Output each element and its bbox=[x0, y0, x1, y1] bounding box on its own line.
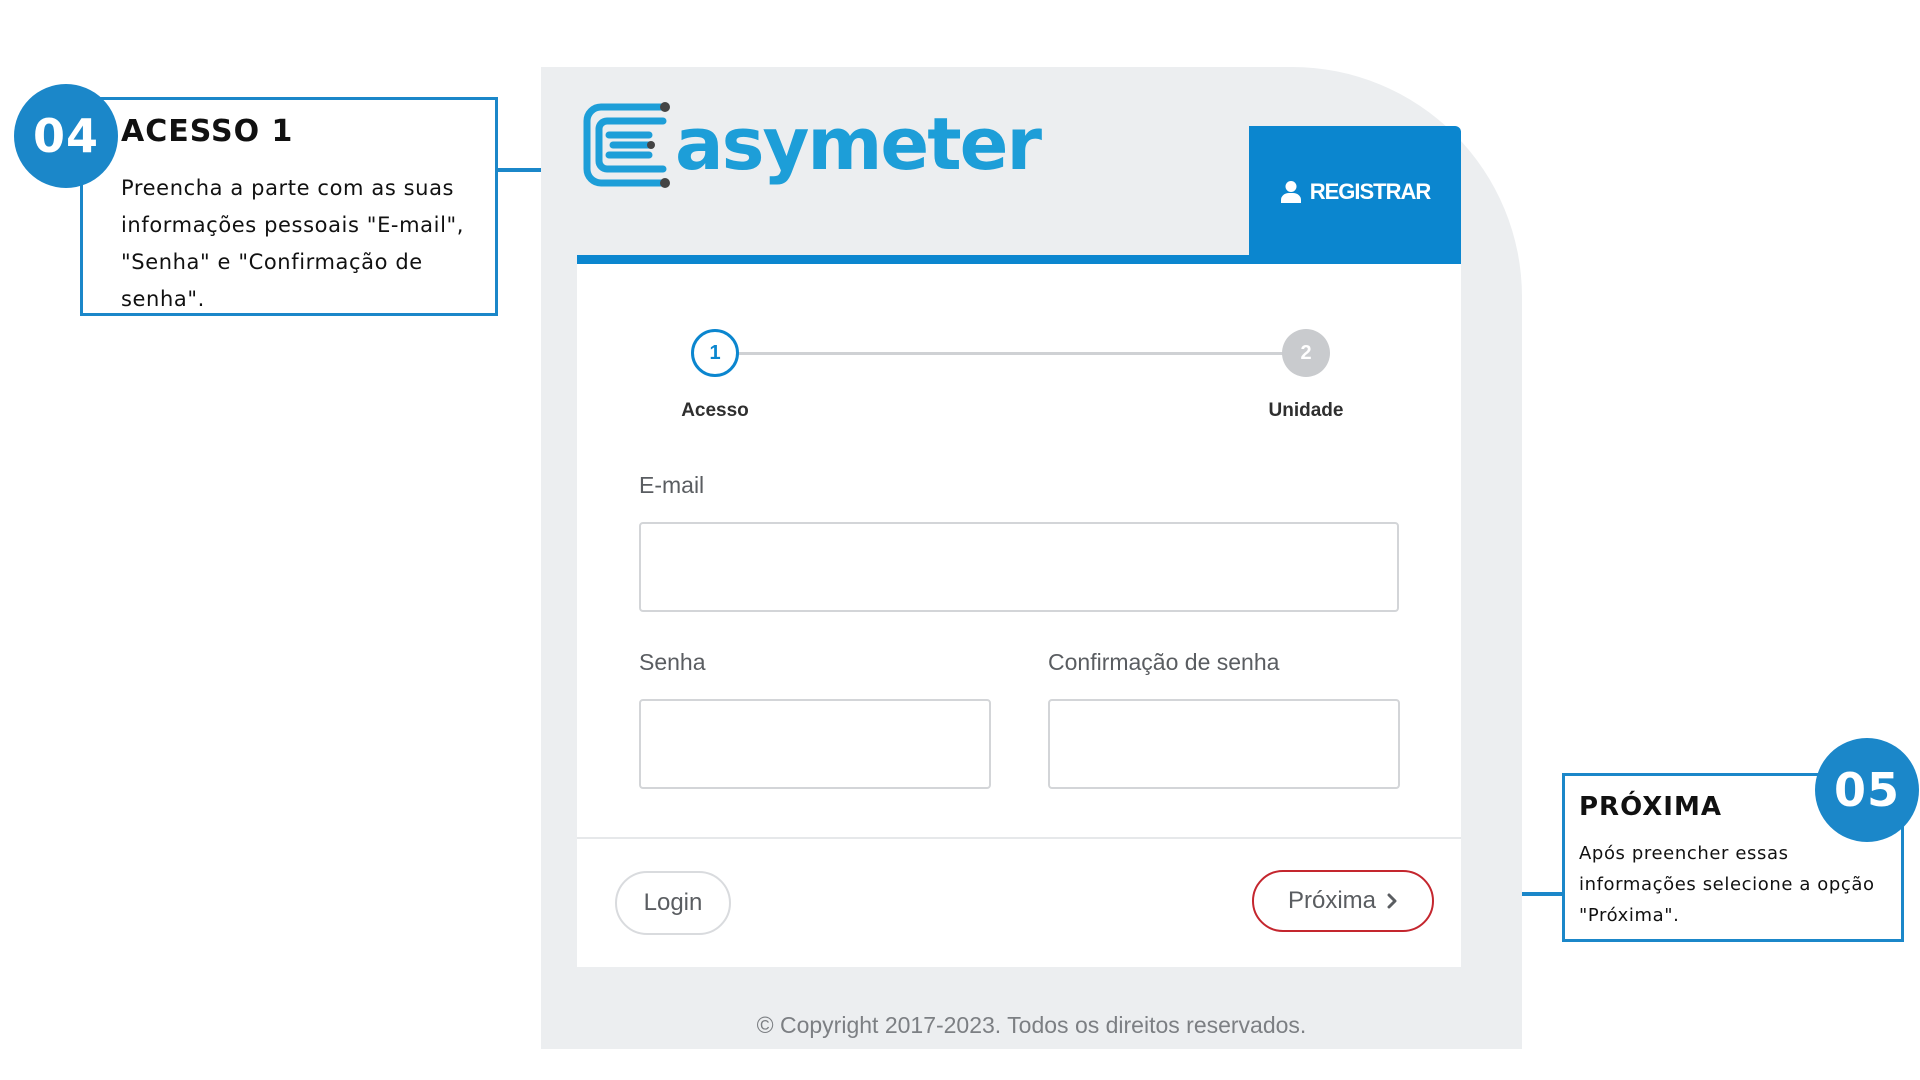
register-tab-label: REGISTRAR bbox=[1309, 179, 1432, 204]
copyright-text: © Copyright 2017-2023. Todos os direitos… bbox=[756, 1012, 1307, 1038]
email-label: E-mail bbox=[639, 472, 705, 498]
next-button-label: Próxima bbox=[1287, 887, 1377, 914]
stepper-line bbox=[737, 352, 1297, 355]
registration-panel: asymeter REGISTRAR 1 2 Acesso Unidade E-… bbox=[541, 67, 1522, 1049]
confirm-password-field[interactable] bbox=[1048, 699, 1400, 789]
callout-05-connector bbox=[1522, 892, 1562, 896]
step-2-label: Unidade bbox=[1268, 400, 1344, 421]
easymeter-logo: asymeter bbox=[579, 97, 1042, 193]
register-tab[interactable]: REGISTRAR bbox=[1249, 126, 1461, 258]
callout-05-badge: 05 bbox=[1815, 738, 1919, 842]
registration-card: 1 2 Acesso Unidade E-mail Senha Confirma… bbox=[577, 255, 1461, 967]
step-2-indicator: 2 bbox=[1282, 329, 1330, 377]
card-divider bbox=[577, 837, 1461, 839]
step-1-label: Acesso bbox=[681, 400, 749, 421]
callout-04-badge: 04 bbox=[14, 84, 118, 188]
callout-04-title: ACESSO 1 bbox=[121, 114, 294, 149]
logo-e-icon bbox=[583, 102, 670, 188]
callout-04: ACESSO 1 Preencha a parte com as suas in… bbox=[80, 97, 498, 316]
login-button-label: Login bbox=[643, 889, 703, 916]
user-icon bbox=[1280, 181, 1301, 203]
chevron-right-icon bbox=[1387, 893, 1397, 909]
next-button[interactable]: Próxima bbox=[1252, 870, 1434, 932]
password-label: Senha bbox=[639, 649, 706, 675]
callout-04-text: Preencha a parte com as suas informações… bbox=[121, 176, 465, 311]
callout-04-connector bbox=[498, 168, 541, 172]
email-field[interactable] bbox=[639, 522, 1399, 612]
callout-05-text: Após preencher essas informações selecio… bbox=[1579, 843, 1875, 926]
password-field[interactable] bbox=[639, 699, 991, 789]
logo-wordmark: asymeter bbox=[675, 102, 1042, 186]
step-1-indicator: 1 bbox=[691, 329, 739, 377]
callout-05-title: PRÓXIMA bbox=[1579, 792, 1722, 822]
login-button[interactable]: Login bbox=[615, 871, 731, 935]
confirm-password-label: Confirmação de senha bbox=[1048, 649, 1280, 675]
